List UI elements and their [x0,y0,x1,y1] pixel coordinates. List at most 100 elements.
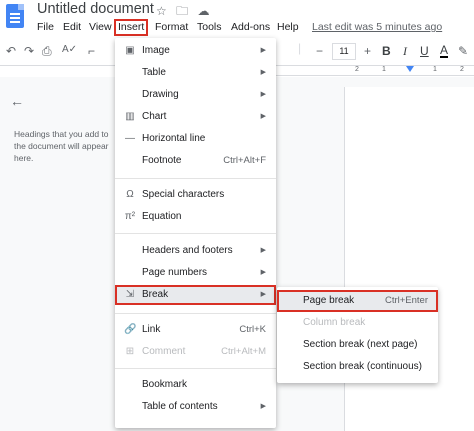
last-edit-link[interactable]: Last edit was 5 minutes ago [312,21,442,33]
submenu-arrow-icon: ▶ [260,269,266,276]
submenu-item-label: Section break (continuous) [303,361,422,372]
shortcut-label: Ctrl+Alt+M [221,346,266,357]
menu-separator [115,368,276,369]
menu-item-table-of-contents[interactable]: Table of contents ▶ [115,397,276,417]
submenu-item-section-break-continuous[interactable]: Section break (continuous) [277,356,438,378]
star-icon[interactable]: ☆ [156,4,167,18]
menu-item-label: Special characters [142,189,225,200]
undo-icon[interactable]: ↶ [6,44,16,58]
ruler-mark: 2 [460,66,464,73]
comment-icon: ⊞ [125,346,135,357]
submenu-item-column-break[interactable]: Column break [277,312,438,334]
submenu-item-section-break-next-page[interactable]: Section break (next page) [277,334,438,356]
menu-item-bookmark[interactable]: Bookmark [115,375,276,395]
underline-button[interactable]: U [420,44,429,58]
outline-hint: Headings that you add to the document wi… [14,129,109,163]
font-size-input[interactable]: 11 [332,43,356,60]
menu-item-label: Footnote [142,155,182,166]
menu-view[interactable]: View [89,21,112,33]
ruler[interactable]: 2 1 1 2 [275,66,474,76]
font-size-increase-button[interactable]: + [364,44,371,58]
menu-item-label: Horizontal line [142,133,206,144]
menu-insert[interactable]: Insert [114,19,149,36]
back-arrow-icon[interactable]: ← [10,93,24,109]
ruler-mark: 2 [355,66,359,73]
menu-item-label: Table of contents [142,401,218,412]
menu-item-label: Comment [142,346,186,357]
menu-addons[interactable]: Add-ons [231,21,270,33]
insert-menu: ▣ Image ▶ Table ▶ Drawing ▶ ▥ Chart ▶ — … [115,38,276,428]
submenu-arrow-icon: ▶ [260,69,266,76]
submenu-item-label: Page break [303,295,355,306]
menu-item-label: Bookmark [142,379,188,390]
menu-item-label: Table [142,67,166,78]
menu-item-label: Chart [142,111,167,122]
font-size-decrease-button[interactable]: − [316,44,323,58]
text-color-button[interactable]: A [440,44,449,58]
menu-item-headers-and-footers[interactable]: Headers and footers ▶ [115,241,276,261]
equation-icon: π² [124,211,136,222]
link-icon: 🔗 [124,324,137,335]
menu-item-image[interactable]: ▣ Image ▶ [115,41,276,61]
menu-help[interactable]: Help [277,21,299,33]
menu-item-label: Headers and footers [142,245,233,256]
indent-marker[interactable] [406,66,414,72]
chart-icon: ▥ [125,111,135,122]
submenu-arrow-icon: ▶ [260,403,266,410]
menu-edit[interactable]: Edit [63,21,81,33]
spellcheck-icon[interactable]: A✓ [62,44,77,55]
menu-item-label: Link [142,324,161,335]
break-submenu: Page break Ctrl+Enter Column break Secti… [277,287,438,383]
bold-button[interactable]: B [382,44,391,58]
menu-tools[interactable]: Tools [197,21,222,33]
menu-item-label: Image [142,45,170,56]
shortcut-label: Ctrl+K [239,324,266,335]
menu-item-label: Equation [142,211,182,222]
menu-item-drawing[interactable]: Drawing ▶ [115,85,276,105]
italic-button[interactable]: I [403,44,407,59]
menu-item-comment[interactable]: ⊞ Comment Ctrl+Alt+M [115,342,276,362]
menu-file[interactable]: File [37,21,54,33]
submenu-item-label: Section break (next page) [303,339,418,350]
shortcut-label: Ctrl+Alt+F [223,155,266,166]
menu-item-label: Break [142,289,169,300]
paint-format-icon[interactable]: ⌐ [88,44,95,58]
cloud-status-icon[interactable]: ☁ [197,4,209,18]
menu-item-table[interactable]: Table ▶ [115,63,276,83]
docs-logo-icon[interactable] [6,4,24,28]
highlight-icon[interactable]: ✎ [458,44,468,58]
submenu-arrow-icon: ▶ [260,291,266,298]
menu-item-equation[interactable]: π² Equation [115,207,276,227]
toolbar-divider: | [298,41,302,55]
submenu-arrow-icon: ▶ [260,47,266,54]
menu-item-label: Page numbers [142,267,208,278]
print-icon[interactable]: ⎙ [42,44,52,59]
redo-icon[interactable]: ↷ [24,44,34,58]
menu-item-break[interactable]: ⇲ Break ▶ [115,285,276,305]
menu-item-chart[interactable]: ▥ Chart ▶ [115,107,276,127]
menu-separator [115,178,276,179]
menu-format[interactable]: Format [155,21,188,33]
menu-item-label: Drawing [142,89,179,100]
menu-item-page-numbers[interactable]: Page numbers ▶ [115,263,276,283]
menu-separator [115,313,276,314]
ruler-mark: 1 [382,66,386,73]
submenu-item-label: Column break [303,317,366,328]
ruler-mark: 1 [433,66,437,73]
menu-item-horizontal-line[interactable]: — Horizontal line [115,129,276,149]
horizontal-line-icon: — [125,133,135,144]
shortcut-label: Ctrl+Enter [384,295,428,306]
doc-title[interactable]: Untitled document [37,1,154,17]
menu-item-link[interactable]: 🔗 Link Ctrl+K [115,320,276,340]
omega-icon: Ω [126,189,134,200]
folder-move-icon[interactable]: 🗀 [176,4,188,18]
submenu-arrow-icon: ▶ [260,247,266,254]
submenu-arrow-icon: ▶ [260,91,266,98]
menu-item-special-characters[interactable]: Ω Special characters [115,185,276,205]
image-icon: ▣ [125,45,135,56]
submenu-arrow-icon: ▶ [260,113,266,120]
submenu-item-page-break[interactable]: Page break Ctrl+Enter [277,290,438,312]
menu-separator [115,233,276,234]
break-icon: ⇲ [125,289,135,300]
menu-item-footnote[interactable]: Footnote Ctrl+Alt+F [115,151,276,171]
